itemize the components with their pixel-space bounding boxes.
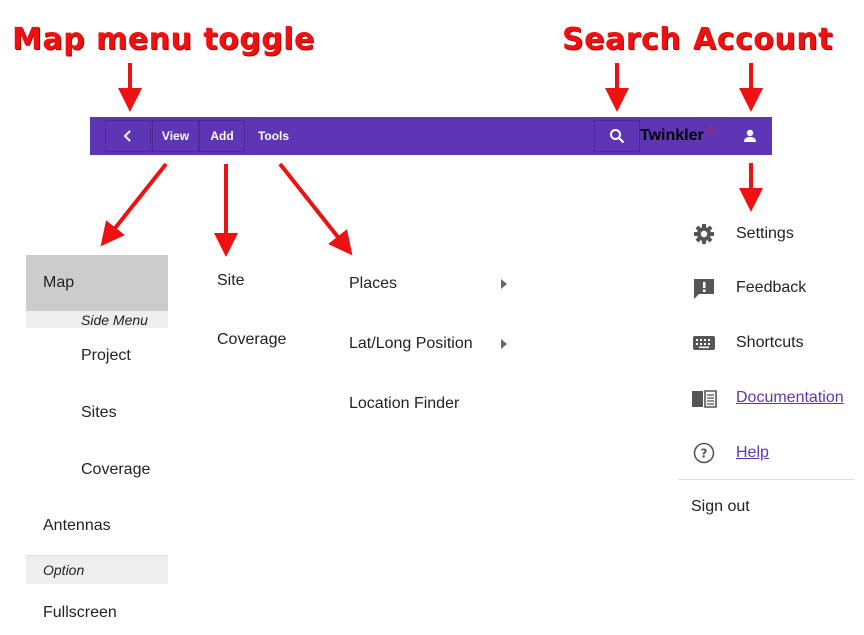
view-menu-map-item[interactable]: Map (26, 255, 168, 311)
account-menu-help[interactable]: ? Help (690, 438, 860, 468)
person-icon (744, 129, 756, 142)
settings-label: Settings (736, 225, 794, 242)
svg-text:?: ? (701, 447, 708, 461)
keyboard-icon (690, 331, 718, 355)
star-icon: ☆ (704, 121, 718, 138)
help-link[interactable]: Help (736, 444, 769, 462)
account-button[interactable] (736, 117, 764, 155)
view-menu-button[interactable]: View (152, 120, 199, 152)
account-menu-feedback[interactable]: Feedback (690, 273, 860, 303)
view-menu-project[interactable]: Project (26, 347, 168, 365)
submenu-arrow-icon (501, 339, 507, 349)
view-menu-antennas[interactable]: Antennas (26, 517, 168, 535)
divider (678, 479, 854, 480)
search-icon (610, 129, 625, 144)
tools-menu-location-finder[interactable]: Location Finder (349, 395, 459, 413)
account-menu-sign-out[interactable]: Sign out (691, 498, 750, 516)
book-icon (690, 386, 718, 410)
account-menu-settings[interactable]: Settings (690, 219, 860, 249)
add-menu-button[interactable]: Add (199, 120, 245, 152)
account-menu-documentation[interactable]: Documentation (690, 383, 860, 413)
map-item-label: Map (43, 274, 75, 291)
search-button[interactable] (594, 120, 640, 152)
submenu-arrow-icon (501, 279, 507, 289)
shortcuts-label: Shortcuts (736, 334, 804, 351)
feedback-label: Feedback (736, 279, 807, 296)
chevron-left-icon (123, 130, 131, 142)
top-toolbar: View Add Tools Twinkler ☆ (90, 117, 772, 155)
feedback-icon (690, 276, 718, 300)
arrow-tools-menu (278, 162, 353, 256)
view-menu-sites[interactable]: Sites (26, 404, 168, 422)
account-menu-shortcuts[interactable]: Shortcuts (690, 328, 860, 358)
add-menu-coverage[interactable]: Coverage (217, 331, 286, 349)
tools-menu-places[interactable]: Places (349, 275, 397, 293)
tools-menu-latlong[interactable]: Lat/Long Position (349, 335, 473, 353)
app-title: Twinkler ☆ (640, 117, 717, 155)
add-menu-site[interactable]: Site (217, 272, 245, 290)
app-name-text: Twinkler (640, 127, 704, 144)
help-icon: ? (690, 441, 718, 465)
arrow-view-menu (100, 162, 168, 247)
map-menu-toggle-button[interactable] (105, 120, 151, 152)
tools-menu-button[interactable]: Tools (246, 120, 301, 152)
documentation-link[interactable]: Documentation (736, 389, 844, 407)
gear-icon (690, 222, 718, 246)
view-menu-fullscreen[interactable]: Fullscreen (26, 604, 168, 622)
option-header: Option (26, 556, 168, 584)
side-menu-header: Side Menu (26, 311, 168, 328)
view-menu-coverage[interactable]: Coverage (26, 461, 168, 479)
